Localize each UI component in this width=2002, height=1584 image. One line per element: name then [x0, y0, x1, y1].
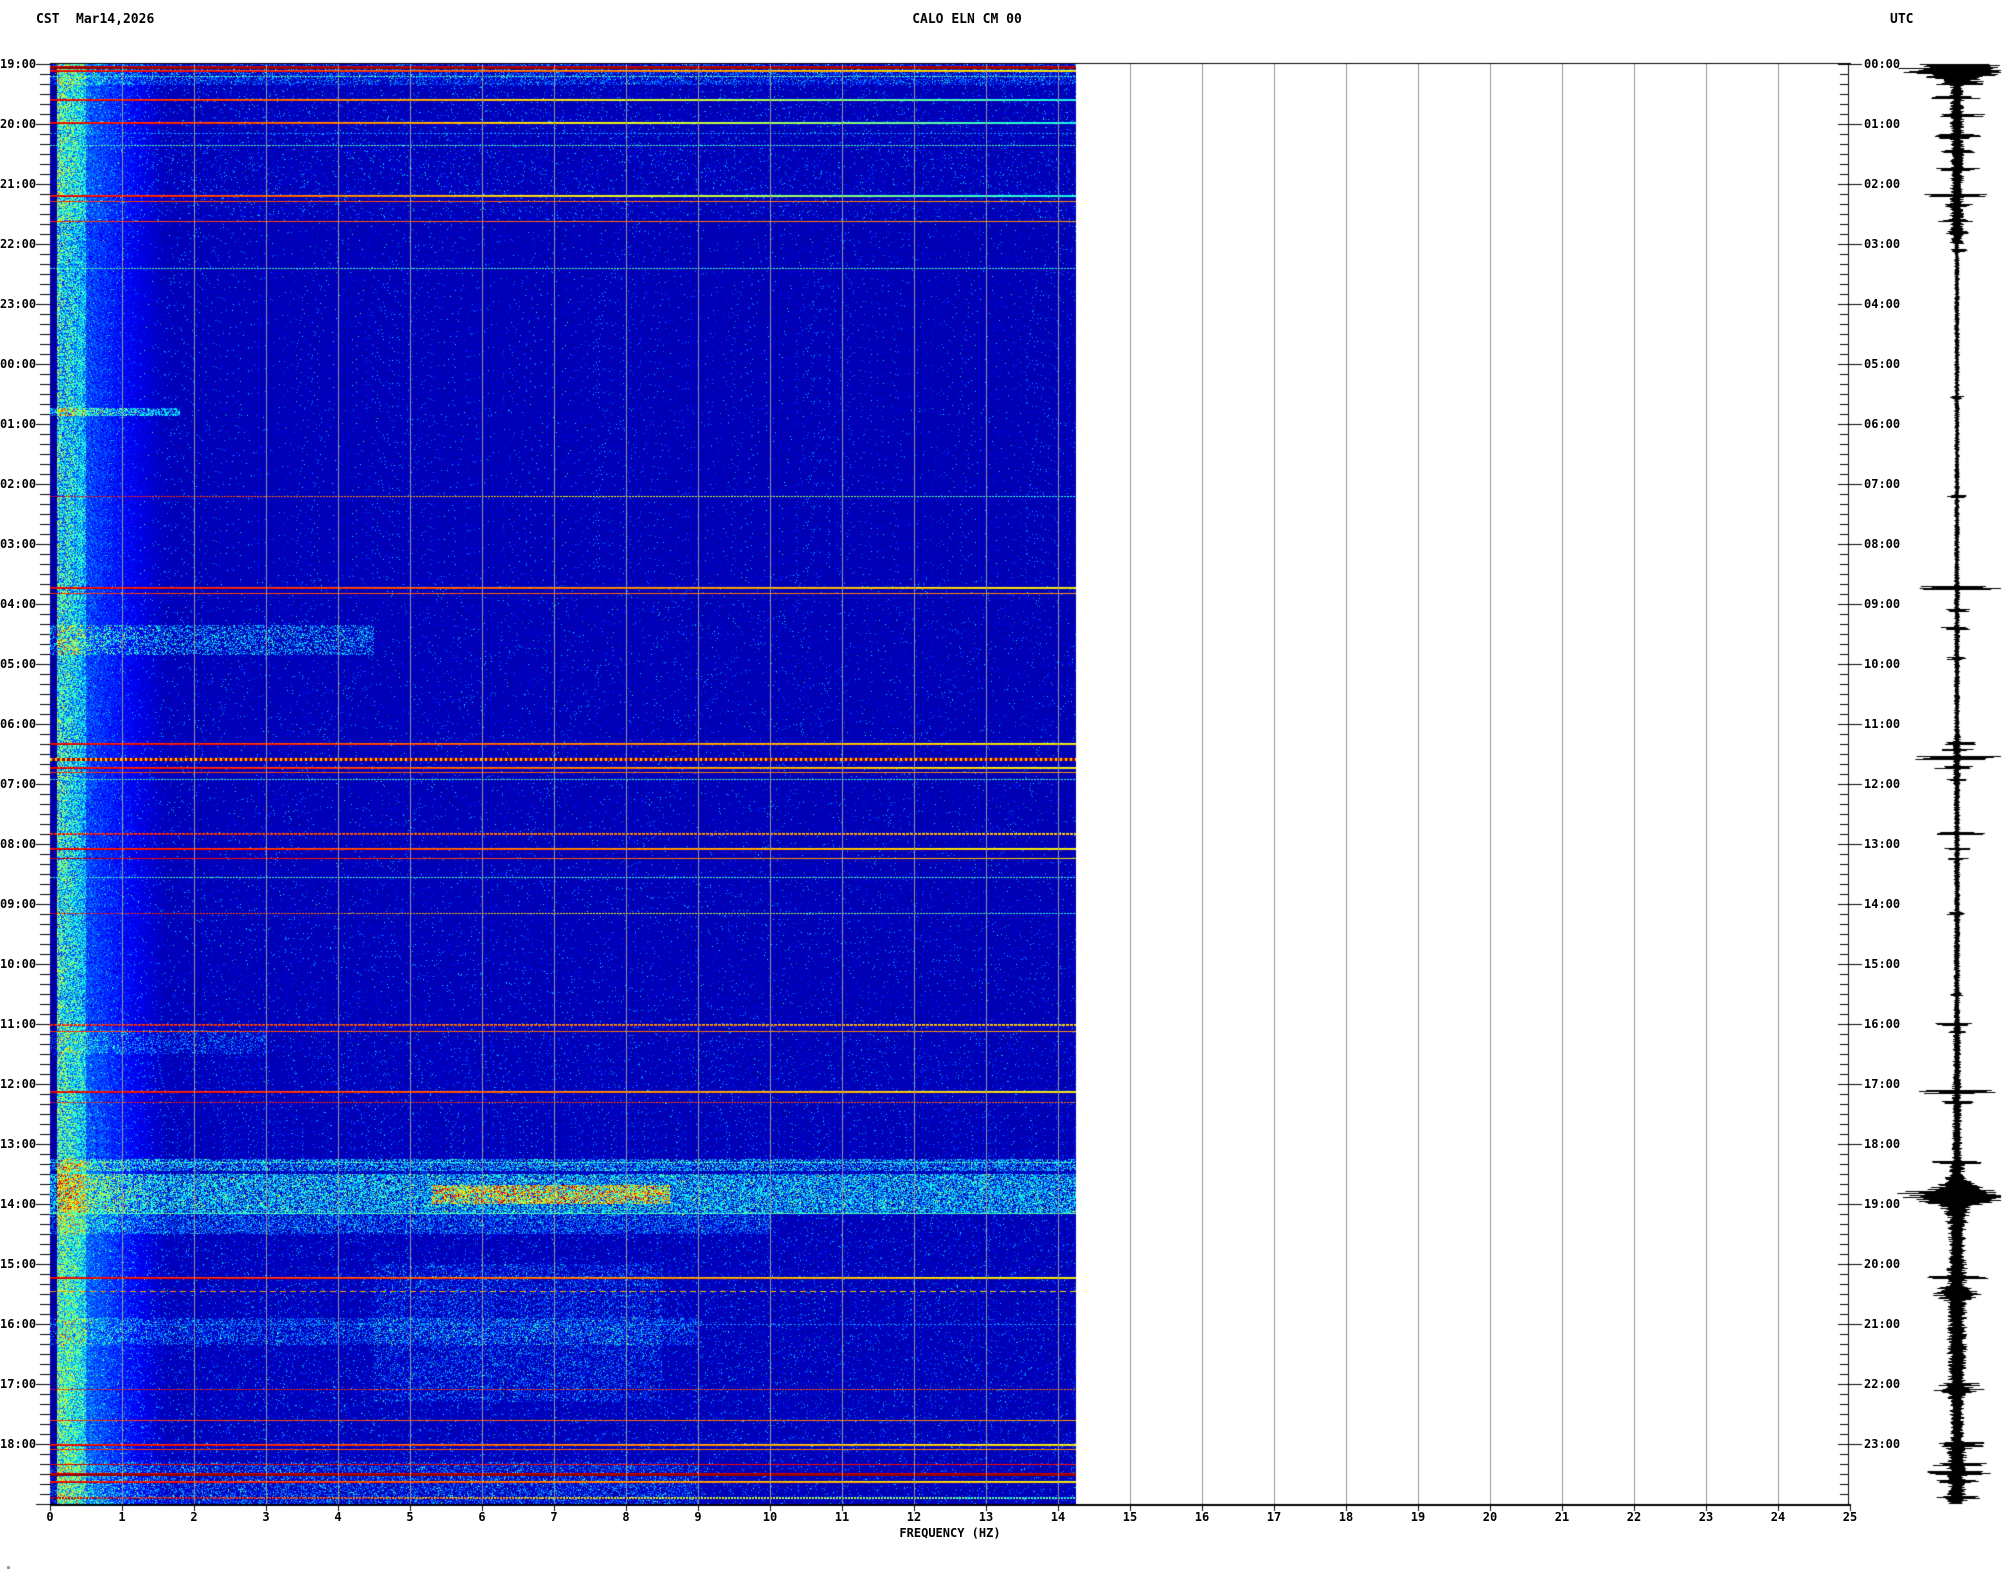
- right-axis-label: 22:00: [1864, 1377, 1900, 1391]
- left-axis-label: 06:00: [0, 717, 36, 731]
- freq-axis-label: 13: [971, 1510, 1001, 1524]
- right-axis-label: 12:00: [1864, 777, 1900, 791]
- right-axis-label: 10:00: [1864, 657, 1900, 671]
- freq-axis-label: 12: [899, 1510, 929, 1524]
- left-axis-label: 16:00: [0, 1317, 36, 1331]
- left-axis-label: 11:00: [0, 1017, 36, 1031]
- station-title: CALO ELN CM 00: [867, 12, 1067, 27]
- freq-axis-label: 5: [395, 1510, 425, 1524]
- right-axis-label: 20:00: [1864, 1257, 1900, 1271]
- freq-axis-label: 16: [1187, 1510, 1217, 1524]
- freq-axis-label: 14: [1043, 1510, 1073, 1524]
- left-axis-label: 22:00: [0, 237, 36, 251]
- left-axis-label: 03:00: [0, 537, 36, 551]
- right-axis-label: 11:00: [1864, 717, 1900, 731]
- freq-axis-label: 15: [1115, 1510, 1145, 1524]
- right-axis-label: 23:00: [1864, 1437, 1900, 1451]
- left-axis-label: 00:00: [0, 357, 36, 371]
- right-axis-label: 16:00: [1864, 1017, 1900, 1031]
- freq-axis-label: 25: [1835, 1510, 1865, 1524]
- right-axis-label: 19:00: [1864, 1197, 1900, 1211]
- right-axis-label: 01:00: [1864, 117, 1900, 131]
- right-axis-label: 17:00: [1864, 1077, 1900, 1091]
- right-axis-label: 07:00: [1864, 477, 1900, 491]
- left-axis-label: 07:00: [0, 777, 36, 791]
- freq-axis-label: 23: [1691, 1510, 1721, 1524]
- right-axis-label: 09:00: [1864, 597, 1900, 611]
- right-axis-label: 05:00: [1864, 357, 1900, 371]
- left-axis-label: 05:00: [0, 657, 36, 671]
- right-axis-label: 15:00: [1864, 957, 1900, 971]
- left-axis-label: 15:00: [0, 1257, 36, 1271]
- spectrogram-and-trace-canvas: [0, 0, 2002, 1584]
- left-axis-label: 10:00: [0, 957, 36, 971]
- left-axis-label: 17:00: [0, 1377, 36, 1391]
- date-label: Mar14,2026: [76, 12, 154, 27]
- right-axis-label: 21:00: [1864, 1317, 1900, 1331]
- freq-axis-label: 3: [251, 1510, 281, 1524]
- timezone-right-label: UTC: [1890, 12, 1913, 27]
- freq-axis-label: 11: [827, 1510, 857, 1524]
- left-axis-label: 02:00: [0, 477, 36, 491]
- right-axis-label: 03:00: [1864, 237, 1900, 251]
- freq-axis-label: 24: [1763, 1510, 1793, 1524]
- right-axis-label: 06:00: [1864, 417, 1900, 431]
- left-axis-label: 23:00: [0, 297, 36, 311]
- freq-axis-label: 2: [179, 1510, 209, 1524]
- freq-axis-label: 0: [35, 1510, 65, 1524]
- right-axis-label: 04:00: [1864, 297, 1900, 311]
- left-axis-label: 14:00: [0, 1197, 36, 1211]
- right-axis-label: 13:00: [1864, 837, 1900, 851]
- left-axis-label: 04:00: [0, 597, 36, 611]
- left-axis-label: 12:00: [0, 1077, 36, 1091]
- right-axis-label: 00:00: [1864, 57, 1900, 71]
- freq-axis-label: 7: [539, 1510, 569, 1524]
- left-axis-label: 21:00: [0, 177, 36, 191]
- freq-axis-label: 17: [1259, 1510, 1289, 1524]
- corner-glyph: ₘ: [6, 1562, 11, 1571]
- freq-axis-label: 6: [467, 1510, 497, 1524]
- left-axis-label: 08:00: [0, 837, 36, 851]
- freq-axis-label: 21: [1547, 1510, 1577, 1524]
- freq-axis-label: 18: [1331, 1510, 1361, 1524]
- left-axis-label: 09:00: [0, 897, 36, 911]
- freq-axis-label: 22: [1619, 1510, 1649, 1524]
- right-axis-label: 18:00: [1864, 1137, 1900, 1151]
- freq-axis-label: 4: [323, 1510, 353, 1524]
- left-axis-label: 01:00: [0, 417, 36, 431]
- freq-axis-label: 19: [1403, 1510, 1433, 1524]
- right-axis-label: 08:00: [1864, 537, 1900, 551]
- left-axis-label: 20:00: [0, 117, 36, 131]
- left-axis-label: 13:00: [0, 1137, 36, 1151]
- freq-axis-title: FREQUENCY (HZ): [850, 1526, 1050, 1540]
- freq-axis-label: 20: [1475, 1510, 1505, 1524]
- right-axis-label: 02:00: [1864, 177, 1900, 191]
- left-axis-label: 18:00: [0, 1437, 36, 1451]
- left-axis-label: 19:00: [0, 57, 36, 71]
- freq-axis-label: 8: [611, 1510, 641, 1524]
- right-axis-label: 14:00: [1864, 897, 1900, 911]
- freq-axis-label: 10: [755, 1510, 785, 1524]
- freq-axis-label: 9: [683, 1510, 713, 1524]
- freq-axis-label: 1: [107, 1510, 137, 1524]
- timezone-left-label: CST: [36, 12, 59, 27]
- spectrogram-page: CST Mar14,2026 CALO ELN CM 00 UTC FREQUE…: [0, 0, 2002, 1584]
